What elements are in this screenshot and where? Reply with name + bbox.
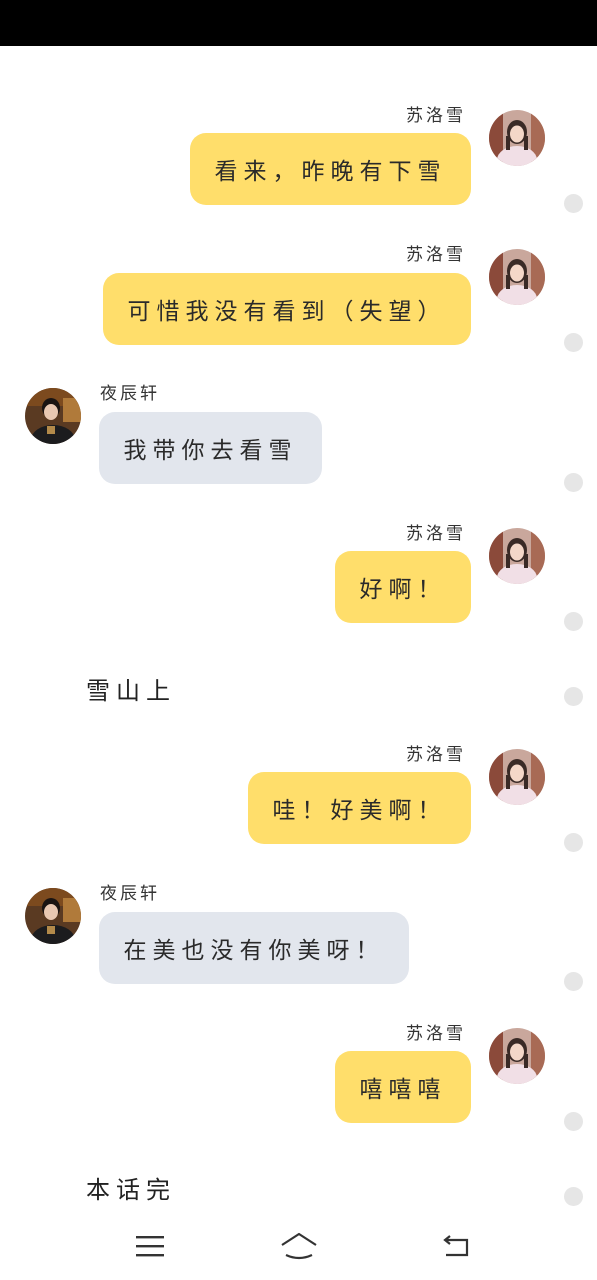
message-status-dot[interactable] [564,1112,583,1131]
sender-name: 夜辰轩 [100,884,160,904]
avatar-me[interactable] [489,1028,545,1084]
sender-name: 苏洛雪 [406,524,466,544]
avatar-me[interactable] [489,749,545,805]
message-bubble[interactable]: 看来，昨晚有下雪 [190,133,471,205]
sender-name: 苏洛雪 [406,106,466,126]
message-status-dot[interactable] [564,833,583,852]
avatar-me[interactable] [489,528,545,584]
message-bubble[interactable]: 在美也没有你美呀！ [99,912,409,984]
message-bubble[interactable]: 可惜我没有看到（失望） [103,273,471,345]
message-status-dot[interactable] [564,473,583,492]
back-icon [443,1235,469,1257]
message-status-dot[interactable] [564,194,583,213]
sender-name: 苏洛雪 [406,745,466,765]
menu-icon [136,1236,164,1257]
home-icon [281,1232,317,1260]
message-bubble[interactable]: 嘻嘻嘻 [335,1051,471,1123]
message-status-dot[interactable] [564,333,583,352]
sender-name: 苏洛雪 [406,1024,466,1044]
message-status-dot[interactable] [564,687,583,706]
status-bar [0,0,597,46]
message-status-dot[interactable] [564,1187,583,1206]
avatar-other[interactable] [25,888,81,944]
message-bubble[interactable]: 好啊！ [335,551,471,623]
menu-button[interactable] [110,1212,190,1280]
message-status-dot[interactable] [564,612,583,631]
message-bubble[interactable]: 我带你去看雪 [99,412,322,484]
home-button[interactable] [259,1212,339,1280]
sender-name: 夜辰轩 [100,384,160,404]
message-bubble[interactable]: 哇！好美啊！ [248,772,471,844]
back-button[interactable] [416,1212,496,1280]
narration-text: 雪山上 [86,677,176,705]
narration-text: 本话完 [86,1176,176,1204]
sender-name: 苏洛雪 [406,245,466,265]
avatar-me[interactable] [489,249,545,305]
avatar-other[interactable] [25,388,81,444]
message-status-dot[interactable] [564,972,583,991]
navigation-bar [0,1212,597,1280]
avatar-me[interactable] [489,110,545,166]
